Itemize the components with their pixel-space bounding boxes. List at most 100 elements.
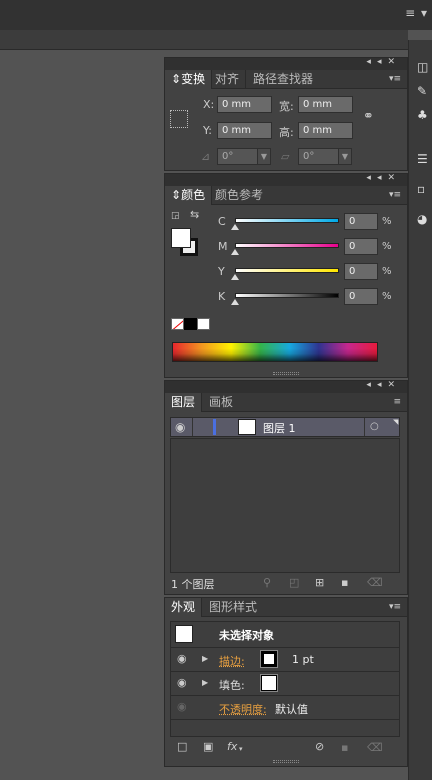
layer-name[interactable]: 图层 1: [263, 420, 296, 436]
channel-slider-thumb[interactable]: [231, 249, 239, 255]
layer-row[interactable]: ◉ 图层 1 ○ ◥: [170, 417, 400, 437]
channel-slider-thumb[interactable]: [231, 224, 239, 230]
rotate-field[interactable]: 0°: [217, 148, 259, 165]
collapse-close-icon[interactable]: ◂◂✕: [366, 380, 401, 390]
reference-point-icon[interactable]: [170, 110, 188, 128]
panel-titlebar: ◂◂✕: [165, 380, 407, 393]
channel-value-field[interactable]: 0: [344, 238, 378, 255]
channel-value-field[interactable]: 0: [344, 288, 378, 305]
collapse-close-icon[interactable]: ◂◂✕: [366, 173, 401, 183]
fill-swatch[interactable]: [171, 228, 191, 248]
tab-transform[interactable]: ⇕变换: [165, 70, 213, 89]
layer-count: 1 个图层: [171, 578, 215, 591]
tab-artboards[interactable]: 画板: [203, 393, 239, 412]
gradient-icon[interactable]: ▫: [417, 182, 431, 196]
new-layer-icon[interactable]: ▪: [341, 576, 348, 589]
channel-unit: %: [382, 291, 392, 302]
x-field[interactable]: 0 mm: [217, 96, 272, 113]
workspace-menu-icon[interactable]: ≡ ▾: [405, 6, 428, 20]
layers-tabs: 图层 画板 ≡: [165, 393, 407, 412]
y-field[interactable]: 0 mm: [217, 122, 272, 139]
opacity-eye-icon: ◉: [177, 700, 187, 713]
channel-label: K: [218, 290, 226, 303]
channel-slider-thumb[interactable]: [231, 274, 239, 280]
tab-appearance[interactable]: 外观: [165, 598, 203, 617]
stroke-label[interactable]: 描边:: [219, 653, 245, 669]
color-panel: ◂◂✕ ⇕颜色 颜色参考 ▾≡ ◲ ⇆ C 0% M 0% Y 0% K 0%: [164, 173, 408, 378]
channel-label: M: [218, 240, 228, 253]
transform-panel: ◂◂✕ ⇕变换 对齐 路径查找器 ▾≡ X: 0 mm 宽: 0 mm Y: 0…: [164, 57, 408, 171]
clear-appearance-icon[interactable]: ⊘: [315, 741, 324, 753]
add-effect-button[interactable]: fx: [227, 740, 237, 753]
app-menubar: ≡ ▾: [0, 0, 432, 30]
tab-layers[interactable]: 图层: [165, 393, 203, 412]
panel-titlebar: ◂◂✕: [165, 57, 407, 70]
channel-value-field[interactable]: 0: [344, 213, 378, 230]
channel-slider-track[interactable]: [235, 243, 339, 248]
black-swatch[interactable]: [184, 318, 197, 330]
appearance-panel: 外观 图形样式 ▾≡ 未选择对象 ◉ ▶ 描边: 1 pt ◉ ▶ 填色: ◉ …: [164, 597, 408, 767]
rotate-icon: ⊿: [201, 150, 211, 163]
shear-field[interactable]: 0°: [298, 148, 340, 165]
rotate-dropdown[interactable]: ▼: [257, 148, 271, 165]
add-stroke-icon[interactable]: □: [177, 741, 187, 753]
selection-corner-icon: ◥: [393, 418, 399, 426]
channel-slider-thumb[interactable]: [231, 299, 239, 305]
transform-tabs: ⇕变换 对齐 路径查找器 ▾≡: [165, 70, 407, 89]
stroke-visibility-eye-icon[interactable]: ◉: [177, 653, 187, 665]
y-label: Y:: [203, 124, 212, 137]
fill-expand-arrow-icon[interactable]: ▶: [202, 677, 208, 689]
tab-color-guide[interactable]: 颜色参考: [209, 186, 269, 205]
channel-slider-track[interactable]: [235, 218, 339, 223]
white-swatch[interactable]: [197, 318, 210, 330]
layers-panel: ◂◂✕ 图层 画板 ≡ ◉ 图层 1 ○ ◥ 1 个图层 ⚲ ◰ ⊞ ▪ ⌫: [164, 380, 408, 595]
add-fill-icon[interactable]: ▣: [203, 741, 213, 753]
stroke-icon[interactable]: ☰: [417, 152, 431, 166]
resize-grip[interactable]: [273, 760, 299, 763]
tab-pathfinder[interactable]: 路径查找器: [247, 70, 319, 89]
default-colors-icon[interactable]: ◲: [171, 210, 180, 222]
x-label: X:: [203, 98, 215, 111]
shear-dropdown[interactable]: ▼: [338, 148, 352, 165]
panel-menu-icon[interactable]: ▾≡: [389, 602, 401, 612]
eye-icon[interactable]: ◉: [175, 421, 185, 433]
swap-colors-icon[interactable]: ⇆: [190, 209, 199, 221]
fill-visibility-eye-icon[interactable]: ◉: [177, 677, 187, 689]
color-spectrum-bar[interactable]: [172, 342, 378, 362]
channel-slider-track[interactable]: [235, 268, 339, 273]
tab-graphic-styles[interactable]: 图形样式: [203, 598, 263, 617]
transparency-icon[interactable]: ◕: [417, 212, 431, 226]
none-swatch[interactable]: [171, 318, 184, 330]
panel-menu-icon[interactable]: ▾≡: [389, 190, 401, 200]
appearance-list: 未选择对象 ◉ ▶ 描边: 1 pt ◉ ▶ 填色: ◉ 不透明度: 默认值: [170, 621, 400, 737]
fill-color-swatch[interactable]: [260, 674, 278, 692]
channel-label: Y: [218, 265, 225, 278]
clipping-mask-icon[interactable]: ◰: [289, 576, 299, 589]
panel-menu-icon[interactable]: ≡: [393, 397, 401, 407]
new-sublayer-icon[interactable]: ⊞: [315, 576, 324, 589]
locate-object-icon[interactable]: ⚲: [263, 576, 271, 589]
delete-layer-icon[interactable]: ⌫: [367, 576, 383, 589]
stroke-weight-value[interactable]: 1 pt: [292, 653, 314, 666]
tab-align[interactable]: 对齐: [209, 70, 247, 89]
collapse-close-icon[interactable]: ◂◂✕: [366, 57, 401, 67]
height-field[interactable]: 0 mm: [298, 122, 353, 139]
swatches-icon[interactable]: ◫: [417, 60, 431, 74]
stroke-color-swatch[interactable]: [260, 650, 278, 668]
width-field[interactable]: 0 mm: [298, 96, 353, 113]
tab-color[interactable]: ⇕颜色: [165, 186, 213, 205]
fx-dropdown-icon[interactable]: ▾: [239, 743, 243, 755]
channel-slider-track[interactable]: [235, 293, 339, 298]
opacity-label[interactable]: 不透明度:: [219, 701, 267, 717]
stroke-expand-arrow-icon[interactable]: ▶: [202, 653, 208, 665]
layer-thumbnail: [238, 419, 256, 435]
duplicate-item-icon[interactable]: ▪: [341, 741, 348, 754]
panel-menu-icon[interactable]: ▾≡: [389, 74, 401, 84]
brushes-icon[interactable]: ✎: [417, 84, 431, 98]
channel-value-field[interactable]: 0: [344, 263, 378, 280]
symbols-icon[interactable]: ♣: [417, 108, 431, 122]
resize-grip[interactable]: [273, 372, 299, 375]
delete-item-icon[interactable]: ⌫: [367, 741, 383, 754]
constrain-proportions-icon[interactable]: ⚭: [363, 110, 374, 123]
target-icon[interactable]: ○: [370, 421, 379, 433]
